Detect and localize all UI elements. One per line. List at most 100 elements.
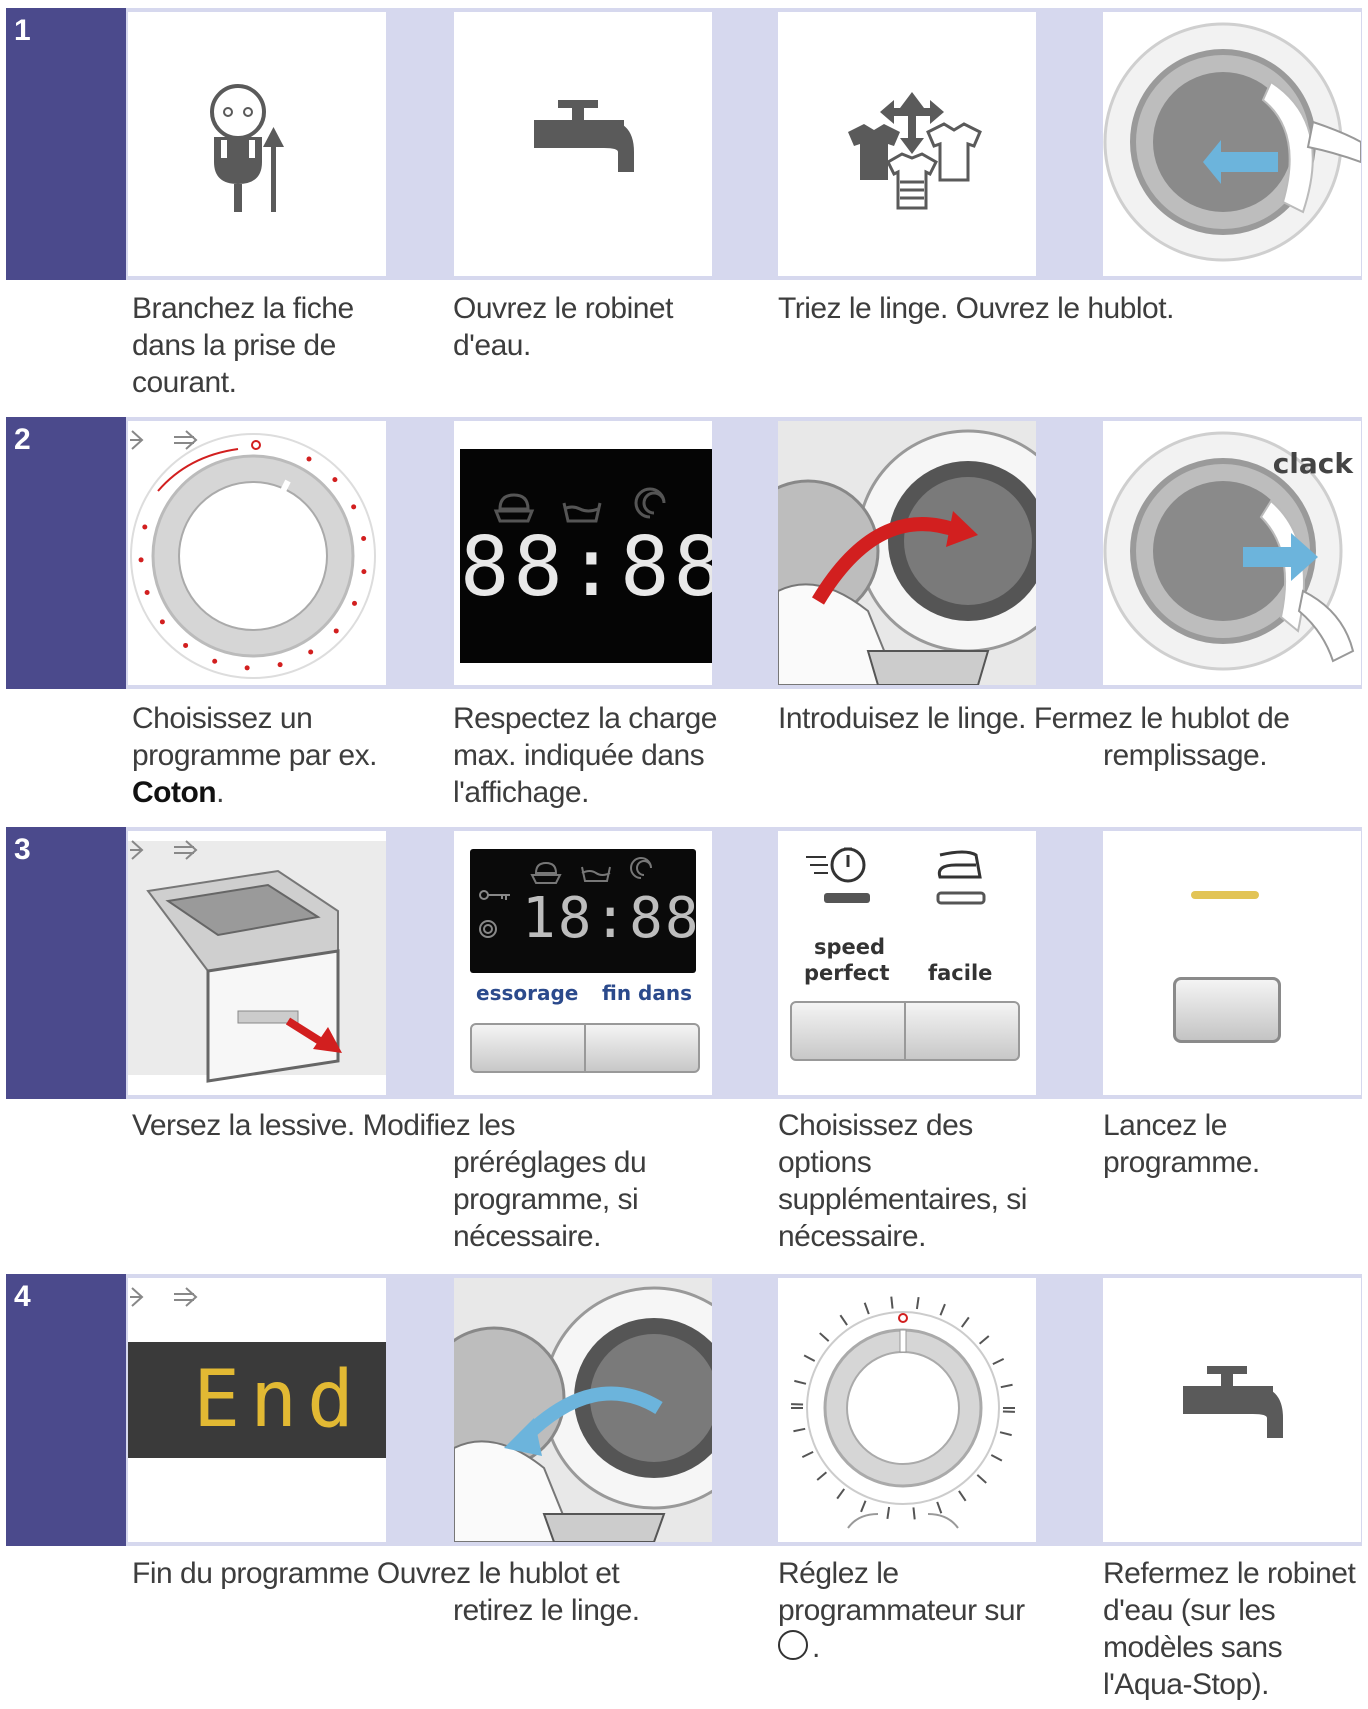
open-door-illustration — [1103, 22, 1361, 262]
panel-unload — [454, 1278, 712, 1542]
dial-tick — [939, 1303, 946, 1316]
step-1: 1 — [6, 8, 1362, 280]
panel-close-tap — [1103, 1278, 1361, 1542]
caption-line: supplémentaires, si — [778, 1183, 1027, 1216]
caption-line: nécessaire. — [453, 1220, 601, 1253]
iron-icon — [936, 850, 986, 905]
dial-marker — [142, 524, 148, 530]
caption-4-1: Fin du programme Ouvrez le hublot et — [132, 1555, 620, 1592]
caption-line: retirez le linge. — [453, 1594, 640, 1627]
caption-line: Introduisez le linge. Fermez le hublot d… — [778, 702, 1290, 735]
caption-line: Respectez la charge — [453, 702, 718, 735]
step-number-badge: 2 — [6, 417, 126, 689]
caption-line: options — [778, 1146, 872, 1179]
dial-marker — [361, 535, 367, 541]
speed-perfect-button[interactable] — [790, 1001, 906, 1061]
dial-tick — [863, 1302, 870, 1315]
caption-line: Coton. — [132, 774, 377, 811]
panel-start — [1103, 831, 1361, 1095]
panel-detergent — [128, 831, 386, 1095]
caption-line: programme par ex. — [132, 739, 377, 772]
dial-tick — [836, 1488, 846, 1500]
panel-close-door: clack — [1103, 421, 1361, 685]
caption-line: l'Aqua-Stop). — [1103, 1668, 1270, 1701]
dial-marker — [351, 504, 357, 510]
program-dial-off-illustration — [791, 1296, 1015, 1529]
caption-line: Ouvrez le robinet — [453, 292, 673, 325]
arrow-icons — [130, 840, 198, 860]
caption-line: programmateur sur — [778, 1594, 1025, 1627]
caption-line: programme, si — [453, 1183, 639, 1216]
caption-4-4: Refermez le robinet d'eau (sur les modèl… — [1103, 1555, 1356, 1703]
dial-marker — [361, 569, 367, 575]
caption-line: Triez le linge. Ouvrez le hublot. — [778, 292, 1174, 325]
clack-label: clack — [1272, 447, 1353, 480]
caption-line: Refermez le robinet — [1103, 1557, 1356, 1590]
dial-tick — [990, 1454, 1003, 1462]
caption-line: Versez la lessive. Modifiez les — [132, 1109, 516, 1142]
dial-marker — [277, 662, 283, 668]
panel-load-display: 88:88 — [454, 421, 712, 685]
panel-program-dial — [128, 421, 386, 685]
dial-marker — [244, 665, 250, 671]
program-name: Coton — [132, 776, 217, 809]
dial-tick — [793, 1427, 806, 1433]
panel-load-laundry — [778, 421, 1036, 685]
step-4: 4 End — [6, 1274, 1362, 1546]
step-number-badge: 4 — [6, 1274, 126, 1546]
dial-tick — [816, 1471, 828, 1481]
dial-tick — [839, 1314, 848, 1326]
water-tap-icon — [1183, 1366, 1283, 1438]
caption-line: remplissage. — [1103, 739, 1268, 772]
easy-iron-button[interactable] — [904, 1001, 1020, 1061]
end-in-button[interactable] — [584, 1023, 700, 1073]
caption-line: dans la prise de — [132, 329, 336, 362]
panel-tap — [454, 12, 712, 276]
load-display: 88:88 — [460, 449, 712, 663]
caption-1-2: Ouvrez le robinet d'eau. — [453, 290, 673, 364]
end-display: End — [128, 1342, 386, 1458]
caption-2-1: Choisissez un programme par ex. Coton. — [132, 700, 377, 811]
dial-tick — [915, 1296, 920, 1310]
caption-line: Choisissez des — [778, 1109, 973, 1142]
dial-tick — [801, 1450, 814, 1458]
caption-line: Branchez la fiche — [132, 292, 354, 325]
start-button[interactable] — [1173, 977, 1281, 1043]
speed-label: speed — [814, 935, 886, 959]
caption-3-1: Versez la lessive. Modifiez les — [132, 1107, 516, 1144]
detergent-drawer-illustration — [128, 841, 386, 1083]
panel-open-door — [1103, 12, 1361, 276]
panel-options: speed perfect facile — [778, 831, 1036, 1095]
spin-button-label: essorage — [476, 981, 579, 1005]
dial-tick — [819, 1332, 830, 1342]
unload-laundry-illustration — [454, 1278, 712, 1542]
caption-line: Lancez le — [1103, 1109, 1227, 1142]
caption-3-3: Choisissez des options supplémentaires, … — [778, 1107, 1027, 1255]
dial-tick — [960, 1316, 970, 1328]
dial-tick — [1000, 1383, 1013, 1389]
caption-2-4: remplissage. — [1103, 737, 1268, 774]
caption-3-4: Lancez le programme. — [1103, 1107, 1260, 1181]
end-display-text: End — [193, 1355, 364, 1445]
caption-1-1: Branchez la fiche dans la prise de coura… — [132, 290, 354, 401]
caption-2-2: Respectez la charge max. indiquée dans l… — [453, 700, 718, 811]
dial-marker — [308, 649, 314, 655]
dial-tick — [992, 1358, 1005, 1366]
step-number: 1 — [14, 14, 31, 47]
caption-line: Fin du programme Ouvrez le hublot et — [132, 1557, 620, 1590]
caption-line: d'eau (sur les — [1103, 1594, 1276, 1627]
end-in-button-label: fin dans — [602, 981, 692, 1005]
caption-line: modèles sans — [1103, 1631, 1283, 1664]
dial-marker — [159, 619, 165, 625]
spin-button[interactable] — [470, 1023, 586, 1073]
dial-tick — [890, 1296, 894, 1309]
dial-tick — [794, 1379, 807, 1385]
dial-tick — [958, 1490, 967, 1502]
panel-plug — [128, 12, 386, 276]
step-number-badge: 1 — [6, 8, 126, 280]
caption-line: Réglez le — [778, 1557, 899, 1590]
load-display-digits: 88:88 — [460, 520, 712, 615]
caption-1-3: Triez le linge. Ouvrez le hublot. — [778, 290, 1174, 327]
caption-line: programme. — [1103, 1146, 1260, 1179]
step-number: 2 — [14, 423, 31, 456]
